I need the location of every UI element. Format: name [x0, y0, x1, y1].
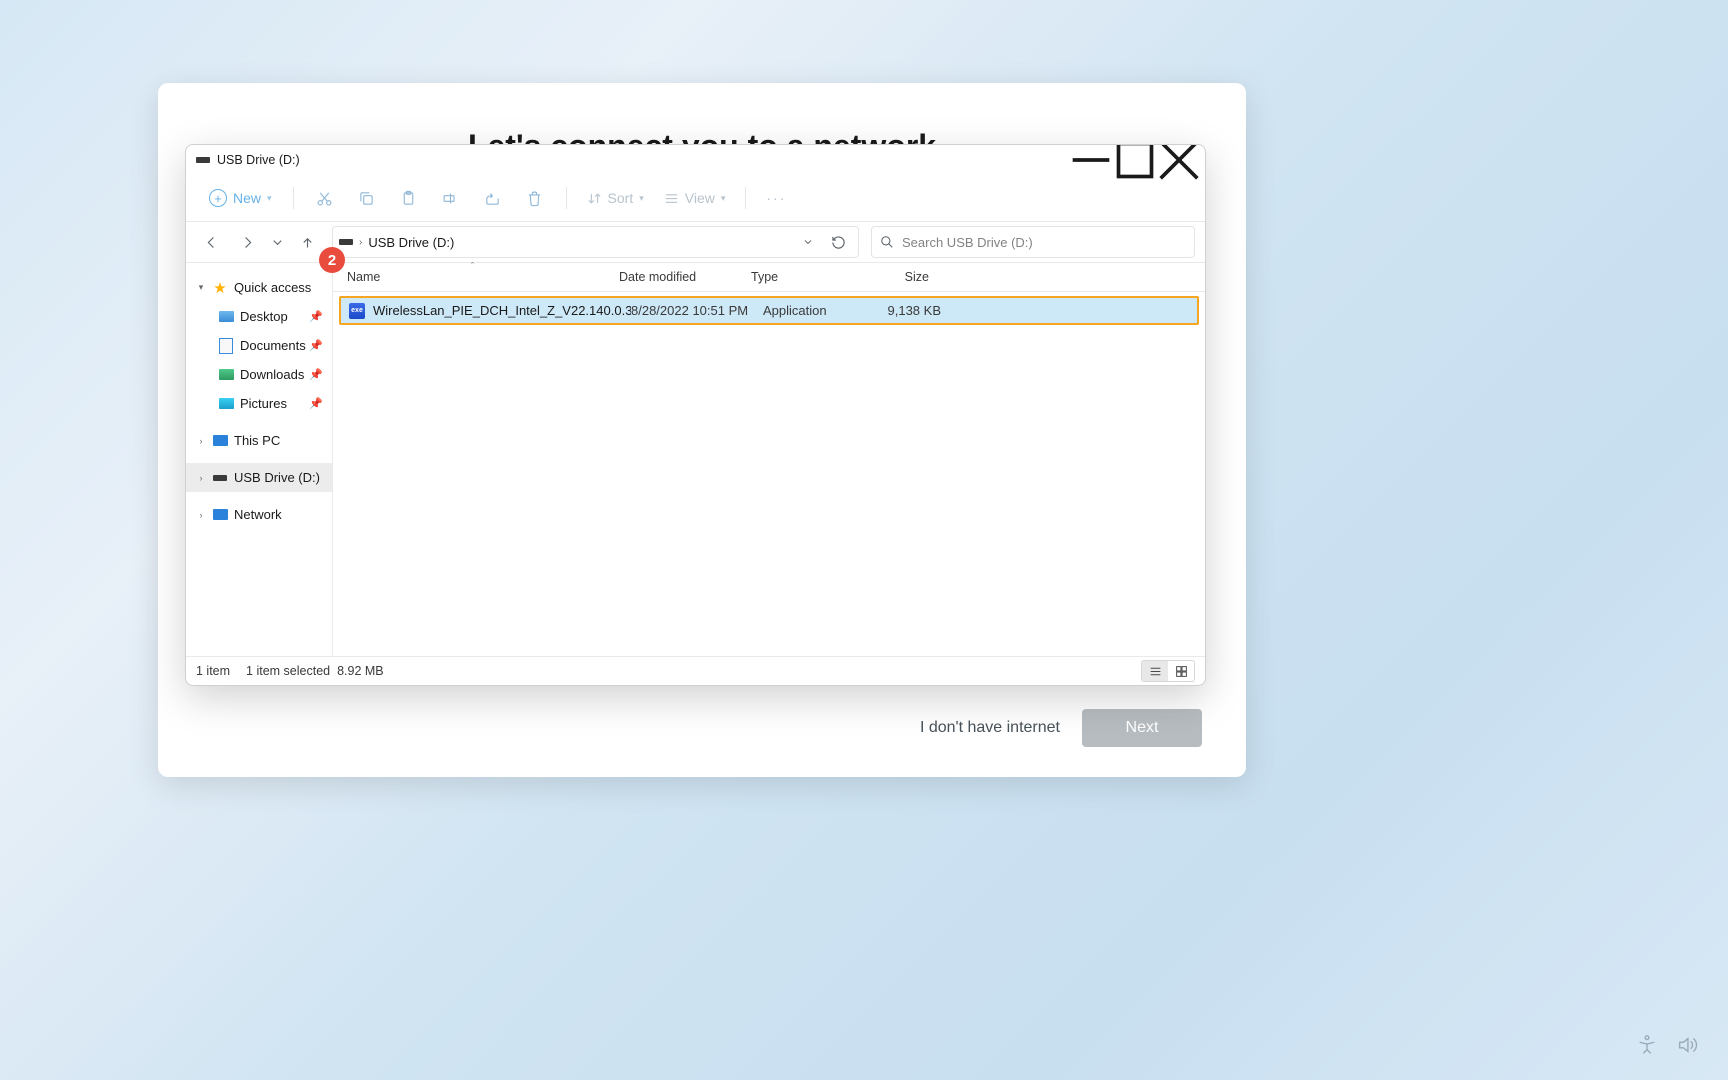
sidebar-item-label: USB Drive (D:)	[234, 470, 320, 485]
rename-button[interactable]	[432, 181, 470, 215]
sidebar-item-pictures[interactable]: Pictures 📌	[186, 389, 332, 418]
annotation-step-badge: 2	[319, 247, 345, 273]
column-headers: ˆ Name Date modified Type Size	[333, 263, 1205, 292]
more-button[interactable]: ···	[758, 185, 794, 211]
refresh-button[interactable]	[824, 228, 852, 256]
minimize-button[interactable]	[1069, 145, 1113, 175]
chevron-down-icon: ▾	[196, 282, 206, 293]
usb-drive-icon	[196, 157, 210, 163]
sidebar-item-label: Desktop	[240, 309, 288, 324]
view-mode-toggle	[1141, 660, 1195, 682]
search-placeholder: Search USB Drive (D:)	[902, 235, 1033, 250]
file-type: Application	[763, 303, 871, 318]
status-selected-count: 1 item selected	[246, 664, 330, 678]
maximize-button[interactable]	[1113, 145, 1157, 175]
column-header-size[interactable]: Size	[859, 263, 929, 291]
chevron-right-icon: ›	[196, 510, 206, 520]
pin-icon: 📌	[309, 339, 323, 352]
window-title: USB Drive (D:)	[217, 153, 300, 167]
chevron-right-icon: ›	[359, 237, 362, 248]
sort-label: Sort	[608, 190, 634, 206]
file-list: 2 ˆ Name Date modified Type Size exe Wir…	[333, 263, 1205, 656]
copy-button[interactable]	[348, 181, 386, 215]
file-name: WirelessLan_PIE_DCH_Intel_Z_V22.140.0.3_…	[373, 303, 631, 318]
volume-icon[interactable]	[1676, 1034, 1698, 1056]
recent-button[interactable]	[268, 227, 286, 257]
titlebar[interactable]: USB Drive (D:)	[186, 145, 1205, 175]
pin-icon: 📌	[309, 310, 323, 323]
sidebar-item-quick-access[interactable]: ▾ ★ Quick access	[186, 273, 332, 302]
chevron-right-icon: ›	[196, 436, 206, 446]
tiles-view-button[interactable]	[1168, 661, 1194, 681]
sidebar-item-usb-drive[interactable]: › USB Drive (D:)	[186, 463, 332, 492]
forward-button[interactable]	[232, 227, 262, 257]
column-header-date[interactable]: Date modified	[619, 263, 751, 291]
file-row[interactable]: exe WirelessLan_PIE_DCH_Intel_Z_V22.140.…	[339, 296, 1199, 325]
pc-icon	[213, 435, 228, 446]
sort-indicator-icon: ˆ	[471, 261, 474, 271]
sidebar: ▾ ★ Quick access Desktop 📌 Documents 📌 D…	[186, 263, 333, 656]
sidebar-item-desktop[interactable]: Desktop 📌	[186, 302, 332, 331]
sidebar-item-label: Quick access	[234, 280, 311, 295]
picture-icon	[219, 398, 234, 409]
application-icon: exe	[349, 303, 365, 319]
accessibility-icon[interactable]	[1636, 1034, 1658, 1056]
address-segment[interactable]: USB Drive (D:)	[368, 235, 454, 250]
sidebar-item-this-pc[interactable]: › This PC	[186, 426, 332, 455]
up-button[interactable]	[292, 227, 322, 257]
file-size: 9,138 KB	[871, 303, 941, 318]
oobe-footer: I don't have internet Next	[920, 709, 1202, 747]
usb-drive-icon	[213, 475, 227, 481]
search-icon	[880, 235, 894, 249]
address-bar[interactable]: › USB Drive (D:)	[332, 226, 859, 258]
plus-icon: +	[209, 189, 227, 207]
view-button[interactable]: View ▾	[656, 185, 734, 211]
sidebar-item-label: Downloads	[240, 367, 304, 382]
sidebar-item-label: Network	[234, 507, 282, 522]
sort-button[interactable]: Sort ▾	[579, 185, 652, 211]
system-tray	[1636, 1034, 1698, 1056]
sidebar-item-documents[interactable]: Documents 📌	[186, 331, 332, 360]
search-box[interactable]: Search USB Drive (D:)	[871, 226, 1195, 258]
status-item-count: 1 item	[196, 664, 230, 678]
view-label: View	[685, 190, 715, 206]
folder-icon	[219, 311, 234, 322]
new-button[interactable]: + New ▾	[200, 184, 281, 212]
network-icon	[213, 509, 228, 520]
download-icon	[219, 369, 234, 380]
statusbar: 1 item 1 item selected 8.92 MB	[186, 656, 1205, 685]
toolbar: + New ▾ Sort ▾ View ▾ ···	[186, 175, 1205, 222]
file-explorer-window: USB Drive (D:) + New ▾ Sort ▾ View ▾	[185, 144, 1206, 686]
status-selected-size: 8.92 MB	[337, 664, 384, 678]
new-label: New	[233, 190, 261, 206]
usb-drive-icon	[339, 239, 353, 245]
sidebar-item-label: This PC	[234, 433, 280, 448]
column-header-name[interactable]: Name	[347, 263, 619, 291]
sidebar-item-label: Pictures	[240, 396, 287, 411]
cut-button[interactable]	[306, 181, 344, 215]
skip-link[interactable]: I don't have internet	[920, 719, 1060, 737]
pin-icon: 📌	[309, 368, 323, 381]
sidebar-item-downloads[interactable]: Downloads 📌	[186, 360, 332, 389]
close-button[interactable]	[1157, 145, 1201, 175]
share-button[interactable]	[474, 181, 512, 215]
file-date: 8/28/2022 10:51 PM	[631, 303, 763, 318]
chevron-right-icon: ›	[196, 473, 206, 483]
sidebar-item-label: Documents	[240, 338, 306, 353]
back-button[interactable]	[196, 227, 226, 257]
star-icon: ★	[212, 280, 228, 296]
address-dropdown-button[interactable]	[794, 228, 822, 256]
document-icon	[219, 338, 233, 354]
next-button[interactable]: Next	[1082, 709, 1202, 747]
paste-button[interactable]	[390, 181, 428, 215]
column-header-type[interactable]: Type	[751, 263, 859, 291]
delete-button[interactable]	[516, 181, 554, 215]
details-view-button[interactable]	[1142, 661, 1168, 681]
pin-icon: 📌	[309, 397, 323, 410]
sidebar-item-network[interactable]: › Network	[186, 500, 332, 529]
